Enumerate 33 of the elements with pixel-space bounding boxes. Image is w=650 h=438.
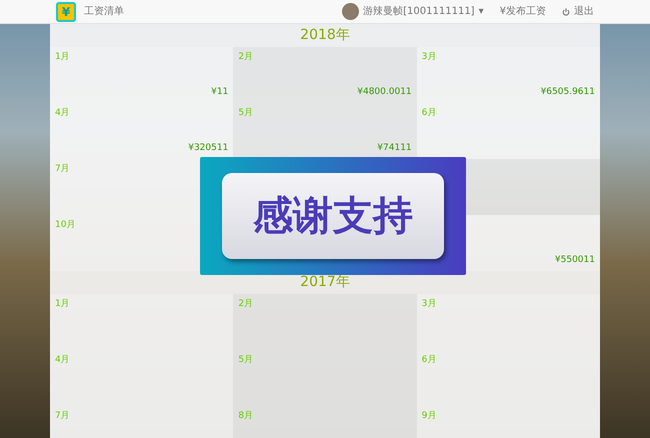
month-label: 3月 bbox=[422, 298, 436, 311]
site-title[interactable]: 工资清单 bbox=[84, 4, 124, 19]
month-label: 10月 bbox=[55, 219, 76, 232]
month-label: 1月 bbox=[55, 51, 70, 64]
publish-link[interactable]: ¥发布工资 bbox=[500, 4, 546, 19]
month-label: 1月 bbox=[55, 298, 70, 311]
salary-amount: ¥550011 bbox=[554, 254, 595, 266]
logout-link[interactable]: 退出 bbox=[562, 4, 594, 19]
month-label: 9月 bbox=[422, 410, 436, 423]
year-heading: 2017年 bbox=[50, 271, 600, 294]
power-icon bbox=[562, 8, 570, 16]
salary-amount: ¥74111 bbox=[377, 142, 412, 154]
salary-amount: ¥6505.9611 bbox=[540, 86, 595, 98]
month-label: 4月 bbox=[55, 107, 70, 120]
salary-amount: ¥320511 bbox=[188, 142, 228, 154]
avatar-icon bbox=[342, 3, 360, 20]
month-label: 8月 bbox=[238, 410, 254, 423]
salary-amount: ¥11 bbox=[211, 86, 228, 98]
month-label: 6月 bbox=[422, 354, 436, 367]
caret-icon: ▾ bbox=[478, 4, 484, 19]
month-label: 2月 bbox=[238, 298, 254, 311]
month-label: 5月 bbox=[238, 354, 254, 367]
user-menu-link[interactable]: 游辣曼帧[1001111111] bbox=[363, 4, 475, 19]
month-label: 3月 bbox=[422, 51, 436, 64]
month-label: 5月 bbox=[238, 107, 254, 120]
month-label: 4月 bbox=[55, 354, 70, 367]
salary-amount: ¥4800.0011 bbox=[357, 86, 412, 98]
banner-text: 感谢支持 bbox=[222, 173, 444, 259]
month-label: 6月 bbox=[422, 107, 436, 120]
month-label: 2月 bbox=[238, 51, 254, 64]
month-label: 7月 bbox=[55, 410, 70, 423]
year-heading: 2018年 bbox=[50, 24, 600, 47]
month-label: 7月 bbox=[55, 163, 70, 176]
